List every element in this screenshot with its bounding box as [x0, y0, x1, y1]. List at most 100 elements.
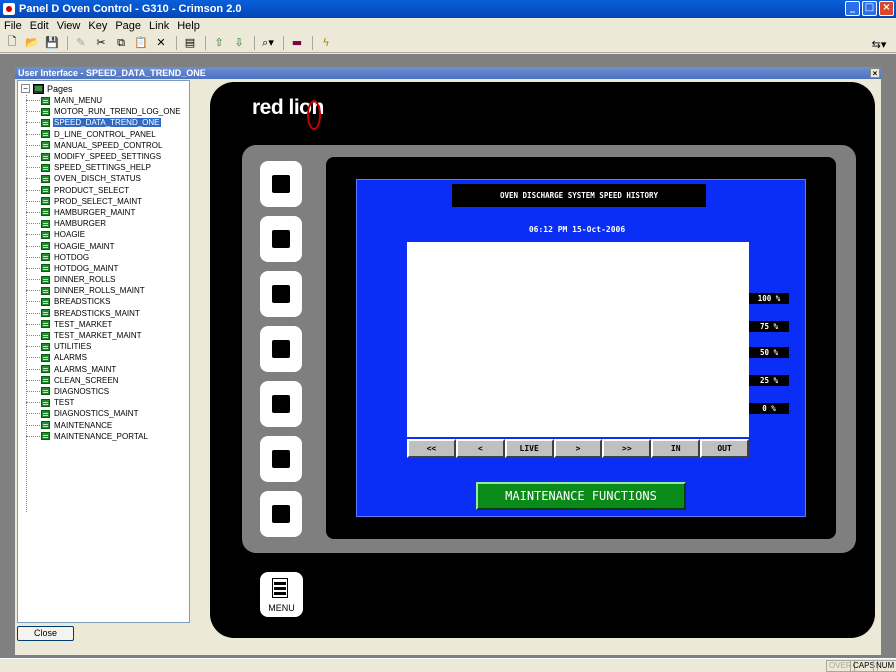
maximize-button[interactable]: □: [862, 1, 877, 16]
tree-item-label: MODIFY_SPEED_SETTINGS: [54, 152, 162, 162]
arrow-up-icon[interactable]: ⇧: [210, 34, 228, 52]
tree-item[interactable]: TEST: [26, 397, 182, 408]
scale-label-100: 100 %: [749, 293, 789, 304]
tree-item[interactable]: BREADSTICKS: [26, 296, 182, 307]
tree-item[interactable]: HOTDOG: [26, 252, 182, 263]
nav-prev-button[interactable]: <: [455, 439, 505, 458]
soft-key-5[interactable]: [260, 381, 302, 427]
tree-item[interactable]: MAINTENANCE: [26, 419, 182, 430]
tree-item[interactable]: MODIFY_SPEED_SETTINGS: [26, 151, 182, 162]
tree-item[interactable]: PRODUCT_SELECT: [26, 185, 182, 196]
delete-icon[interactable]: ✕: [152, 34, 170, 52]
tree-item-label: SPEED_DATA_TREND_ONE: [53, 118, 161, 128]
soft-key-3[interactable]: [260, 271, 302, 317]
tree-item-label: DIAGNOSTICS_MAINT: [54, 409, 139, 419]
new-file-icon[interactable]: 🗋: [3, 34, 21, 52]
zoom-icon[interactable]: ⌕▾: [259, 34, 277, 52]
tree-item[interactable]: HOAGIE_MAINT: [26, 240, 182, 251]
page-icon: [41, 264, 50, 273]
comms-icon[interactable]: ⇆▾: [870, 35, 888, 53]
tree-item[interactable]: HAMBURGER: [26, 218, 182, 229]
lightning-icon[interactable]: ϟ: [317, 34, 335, 52]
pencil-icon[interactable]: ✎: [72, 34, 90, 52]
open-folder-icon[interactable]: 📂: [23, 34, 41, 52]
page-icon: [41, 96, 50, 105]
copy-icon[interactable]: ⧉: [112, 34, 130, 52]
tree-item[interactable]: MANUAL_SPEED_CONTROL: [26, 140, 182, 151]
tree-item[interactable]: DIAGNOSTICS: [26, 386, 182, 397]
menu-key[interactable]: MENU: [260, 572, 303, 617]
soft-key-2[interactable]: [260, 216, 302, 262]
tree-root[interactable]: − Pages: [21, 83, 73, 94]
properties-icon[interactable]: ▤: [181, 34, 199, 52]
menu-help[interactable]: Help: [173, 20, 204, 32]
tree-item[interactable]: HOAGIE: [26, 229, 182, 240]
device-bezel: red lion OVEN DISCHARGE SYSTEM SPEED HIS…: [210, 82, 875, 638]
page-icon: [41, 174, 50, 183]
collapse-icon[interactable]: −: [21, 84, 30, 93]
toolbar-separator: [205, 35, 206, 50]
soft-key-7[interactable]: [260, 491, 302, 537]
nav-next-button[interactable]: >: [553, 439, 603, 458]
tree-item[interactable]: TEST_MARKET: [26, 319, 182, 330]
tree-item[interactable]: UTILITIES: [26, 341, 182, 352]
tree-item-label: TEST_MARKET_MAINT: [54, 331, 142, 341]
tree-item[interactable]: MOTOR_RUN_TREND_LOG_ONE: [26, 106, 182, 117]
soft-key-1[interactable]: [260, 161, 302, 207]
zoom-in-button[interactable]: IN: [651, 439, 701, 458]
menu-key[interactable]: Key: [84, 20, 111, 32]
maintenance-functions-button[interactable]: MAINTENANCE FUNCTIONS: [476, 482, 686, 510]
tree-item[interactable]: BREADSTICKS_MAINT: [26, 308, 182, 319]
tree-item[interactable]: TEST_MARKET_MAINT: [26, 330, 182, 341]
tree-item[interactable]: SPEED_DATA_TREND_ONE: [26, 117, 182, 128]
menu-view[interactable]: View: [53, 20, 85, 32]
soft-key-4[interactable]: [260, 326, 302, 372]
close-window-button[interactable]: ×: [879, 1, 894, 16]
display-icon[interactable]: ▬: [288, 34, 306, 52]
tree-item[interactable]: DIAGNOSTICS_MAINT: [26, 408, 182, 419]
page-icon: [41, 163, 50, 172]
tree-item-label: D_LINE_CONTROL_PANEL: [54, 129, 156, 139]
page-icon: [41, 342, 50, 351]
cut-icon[interactable]: ✂: [92, 34, 110, 52]
menu-page[interactable]: Page: [111, 20, 145, 32]
tree-item[interactable]: MAINTENANCE_PORTAL: [26, 431, 182, 442]
tree-item[interactable]: PROD_SELECT_MAINT: [26, 196, 182, 207]
logo-mark: [307, 100, 321, 130]
toolbar: 🗋 📂 💾 ✎ ✂ ⧉ 📋 ✕ ▤ ⇧ ⇩ ⌕▾ ▬ ϟ ⇆▾: [0, 33, 896, 53]
close-button[interactable]: Close: [17, 626, 74, 641]
tree-item-label: MOTOR_RUN_TREND_LOG_ONE: [54, 107, 181, 117]
tree-item[interactable]: HAMBURGER_MAINT: [26, 207, 182, 218]
tree-item[interactable]: D_LINE_CONTROL_PANEL: [26, 129, 182, 140]
tree-item[interactable]: SPEED_SETTINGS_HELP: [26, 162, 182, 173]
menu-bar: File Edit View Key Page Link Help: [0, 18, 896, 33]
tree-item-label: MAIN_MENU: [54, 96, 103, 106]
page-icon: [41, 118, 50, 127]
tree-item[interactable]: ALARMS_MAINT: [26, 364, 182, 375]
soft-key-6[interactable]: [260, 436, 302, 482]
child-close-icon[interactable]: ×: [870, 68, 880, 78]
tree-item[interactable]: CLEAN_SCREEN: [26, 375, 182, 386]
menu-edit[interactable]: Edit: [26, 20, 53, 32]
arrow-down-icon[interactable]: ⇩: [230, 34, 248, 52]
menu-link[interactable]: Link: [145, 20, 173, 32]
menu-file[interactable]: File: [0, 20, 26, 32]
tree-item[interactable]: DINNER_ROLLS_MAINT: [26, 285, 182, 296]
tree-item[interactable]: MAIN_MENU: [26, 95, 182, 106]
tree-list: MAIN_MENU MOTOR_RUN_TREND_LOG_ONE SPEED_DA…: [26, 95, 182, 442]
trend-chart-area: [407, 242, 749, 437]
zoom-out-button[interactable]: OUT: [700, 439, 750, 458]
tree-item[interactable]: ALARMS: [26, 352, 182, 363]
page-icon: [41, 107, 50, 116]
page-icon: [41, 130, 50, 139]
nav-first-button[interactable]: <<: [407, 439, 456, 458]
nav-last-button[interactable]: >>: [602, 439, 652, 458]
minimize-button[interactable]: _: [845, 1, 860, 16]
nav-live-button[interactable]: LIVE: [504, 439, 554, 458]
paste-icon[interactable]: 📋: [132, 34, 150, 52]
page-icon: [41, 186, 50, 195]
tree-item[interactable]: OVEN_DISCH_STATUS: [26, 173, 182, 184]
tree-item[interactable]: DINNER_ROLLS: [26, 274, 182, 285]
save-icon[interactable]: 💾: [43, 34, 61, 52]
tree-item[interactable]: HOTDOG_MAINT: [26, 263, 182, 274]
